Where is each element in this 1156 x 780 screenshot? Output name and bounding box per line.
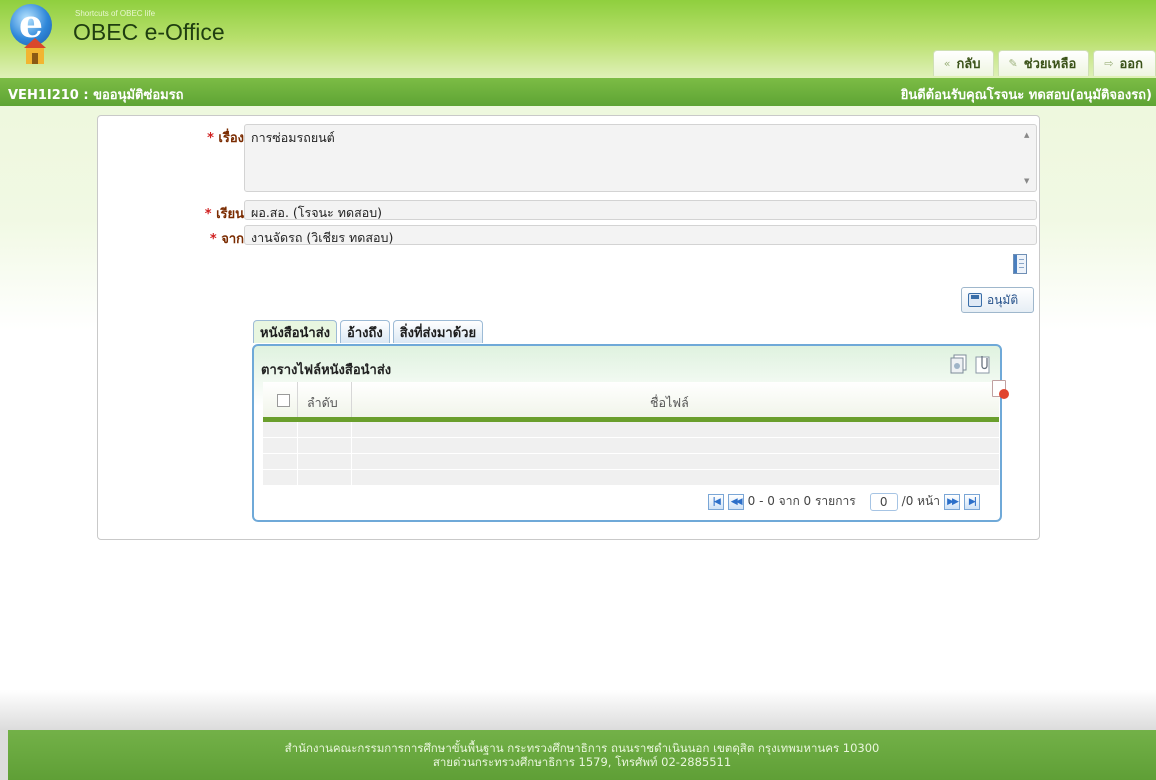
help-button[interactable]: ✎ ช่วยเหลือ [997,50,1090,76]
save-icon [968,293,982,307]
top-navigation: « กลับ ✎ ช่วยเหลือ ⇨ ออก [932,50,1156,76]
tab-content: ตารางไฟล์หนังสือนำส่ง ลำดับ ชื่อไฟล์ |◀ … [252,344,1009,522]
tab-enclosures[interactable]: สิ่งที่ส่งมาด้วย [392,320,484,343]
approve-label: อนุมัติ [987,292,1019,307]
subject-label: * เรื่อง [207,131,244,146]
from-label: * จาก [209,232,244,247]
tab-reference[interactable]: อ้างถึง [340,320,390,343]
title-bar: VEH1I210 : ขออนุมัติซ่อมรถ ยินดีต้อนรับค… [0,78,1156,106]
footer-address: สำนักงานคณะกรรมการการศึกษาขั้นพื้นฐาน กร… [284,741,880,755]
form-panel: * เรื่อง การซ่อมรถยนต์ ▲ ▼ * เรียน ผอ.สอ… [97,115,1040,540]
tagline: Shortcuts of OBEC life [75,9,156,18]
column-filename[interactable]: ชื่อไฟล์ [650,393,689,413]
to-value: ผอ.สอ. (โรจนะ ทดสอบ) [251,205,383,220]
back-arrow-icon: « [943,57,951,70]
help-label: ช่วยเหลือ [1023,57,1077,72]
table-row [263,422,999,438]
pager: |◀ ◀◀ 0 - 0 จาก 0 รายการ 0 /0 หน้า ▶▶ ▶| [707,492,980,511]
tab-cover-letter[interactable]: หนังสือนำส่ง [253,320,338,343]
pager-range: 0 - 0 จาก 0 รายการ [747,494,856,508]
paperclip-icon[interactable] [974,354,992,374]
select-all-checkbox[interactable] [277,394,290,407]
notebook-icon[interactable] [1013,254,1027,274]
back-label: กลับ [956,57,981,72]
file-table: ลำดับ ชื่อไฟล์ [263,380,1009,486]
subject-value: การซ่อมรถยนต์ [251,130,335,145]
to-label: * เรียน [204,207,244,222]
table-header: ลำดับ ชื่อไฟล์ [263,380,1009,422]
to-field[interactable]: ผอ.สอ. (โรจนะ ทดสอบ) [244,200,1037,220]
from-field[interactable]: งานจัดรถ (วิเชียร ทดสอบ) [244,225,1037,245]
obec-logo: e [10,4,70,72]
subject-textarea[interactable]: การซ่อมรถยนต์ ▲ ▼ [244,124,1037,192]
next-page-icon[interactable]: ▶▶ [944,493,960,510]
from-value: งานจัดรถ (วิเชียร ทดสอบ) [251,230,394,245]
attach-toolbar [950,354,992,374]
last-page-icon[interactable]: ▶| [964,493,980,510]
logout-button[interactable]: ⇨ ออก [1093,50,1156,76]
house-logo-icon [24,38,46,64]
scroll-up-icon[interactable]: ▲ [1024,131,1029,139]
table-row [263,470,999,486]
help-icon: ✎ [1008,57,1018,70]
first-page-icon[interactable]: |◀ [707,493,724,510]
scan-document-icon[interactable] [950,354,968,374]
scroll-down-icon[interactable]: ▼ [1024,177,1029,185]
footer: สำนักงานคณะกรรมการการศึกษาขั้นพื้นฐาน กร… [8,730,1156,780]
screen-code: VEH1I210 : ขออนุมัติซ่อมรถ [8,88,184,103]
pager-total: /0 หน้า [901,494,940,508]
footer-hotline: สายด่วนกระทรวงศึกษาธิการ 1579, โทรศัพท์ … [432,755,732,769]
file-table-title: ตารางไฟล์หนังสือนำส่ง [261,363,392,378]
logout-label: ออก [1119,57,1144,72]
back-button[interactable]: « กลับ [932,50,994,76]
table-row [263,438,999,454]
header: e Shortcuts of OBEC life OBEC e-Office «… [0,0,1156,78]
attachment-tabs: หนังสือนำส่ง อ้างถึง สิ่งที่ส่งมาด้วย [253,320,484,343]
page-input[interactable]: 0 [869,492,898,511]
table-row [263,454,999,470]
prev-page-icon[interactable]: ◀◀ [727,493,744,510]
logout-icon: ⇨ [1104,57,1114,70]
welcome-text: ยินดีต้อนรับคุณโรจนะ ทดสอบ(อนุมัติจองรถ) [900,88,1152,103]
app-name: OBEC e-Office [73,19,225,45]
subject-scrollbar[interactable]: ▲ ▼ [1022,127,1034,189]
delete-file-icon[interactable] [992,380,1009,399]
approve-button[interactable]: อนุมัติ [961,287,1034,313]
column-order[interactable]: ลำดับ [307,393,338,413]
